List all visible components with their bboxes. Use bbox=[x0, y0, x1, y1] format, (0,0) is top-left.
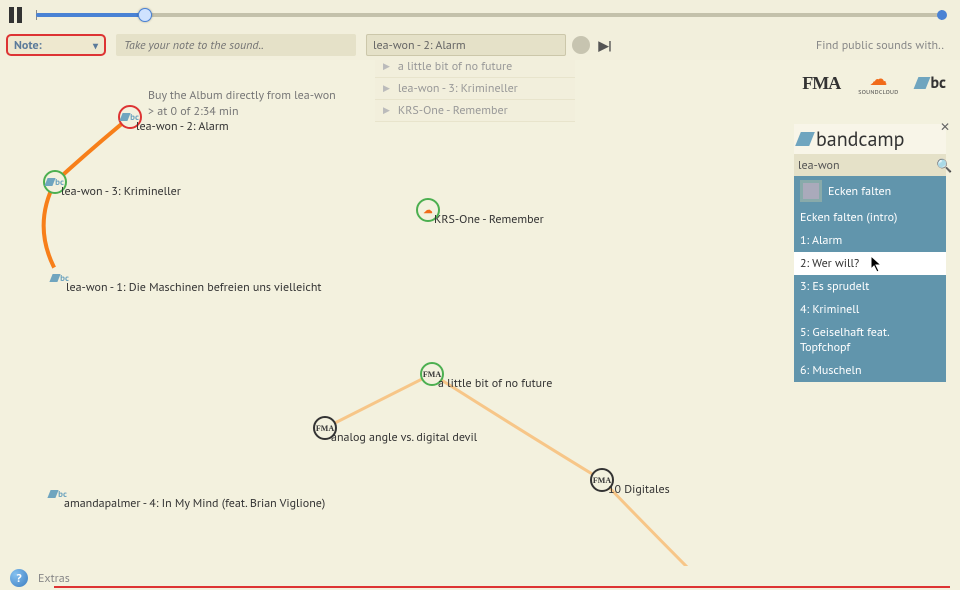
note-input[interactable] bbox=[116, 34, 356, 56]
find-public-link[interactable]: Find public sounds with.. bbox=[816, 38, 954, 53]
pause-button[interactable] bbox=[6, 6, 24, 24]
graph-node-maschinen[interactable]: bc lea-won - 1: Die Maschinen befreien u… bbox=[48, 266, 72, 290]
help-button[interactable]: ? bbox=[10, 569, 28, 587]
progress-knob[interactable] bbox=[138, 8, 152, 22]
graph-node-alarm[interactable]: bc lea-won - 2: Alarm bbox=[118, 105, 142, 129]
graph-node-digitales[interactable]: FMA 10 Digitales bbox=[590, 468, 614, 492]
note-dropdown[interactable]: Note: ▾ bbox=[6, 34, 106, 56]
graph-node-amanda[interactable]: bc amandapalmer - 4: In My Mind (feat. B… bbox=[46, 482, 70, 506]
chevron-down-icon: ▾ bbox=[93, 39, 98, 52]
graph-node-krs-one[interactable]: ☁ KRS-One - Remember bbox=[416, 198, 440, 222]
graph-node-analog[interactable]: FMA analog angle vs. digital devil bbox=[313, 416, 337, 440]
progress-bar[interactable] bbox=[36, 6, 942, 24]
extras-link[interactable]: Extras bbox=[38, 571, 70, 586]
graph-node-krimineller[interactable]: bc lea-won - 3: Krimineller bbox=[43, 170, 67, 194]
album-tooltip: Buy the Album directly from lea-won > at… bbox=[148, 88, 336, 119]
search-input[interactable] bbox=[366, 34, 566, 56]
note-dropdown-label: Note: bbox=[14, 38, 42, 53]
next-track-button[interactable]: ▶| bbox=[596, 36, 614, 54]
graph-edges bbox=[0, 60, 960, 566]
footer-divider bbox=[54, 586, 950, 588]
graph-node-no-future[interactable]: FMA a little bit of no future bbox=[420, 362, 444, 386]
record-button[interactable] bbox=[572, 36, 590, 54]
